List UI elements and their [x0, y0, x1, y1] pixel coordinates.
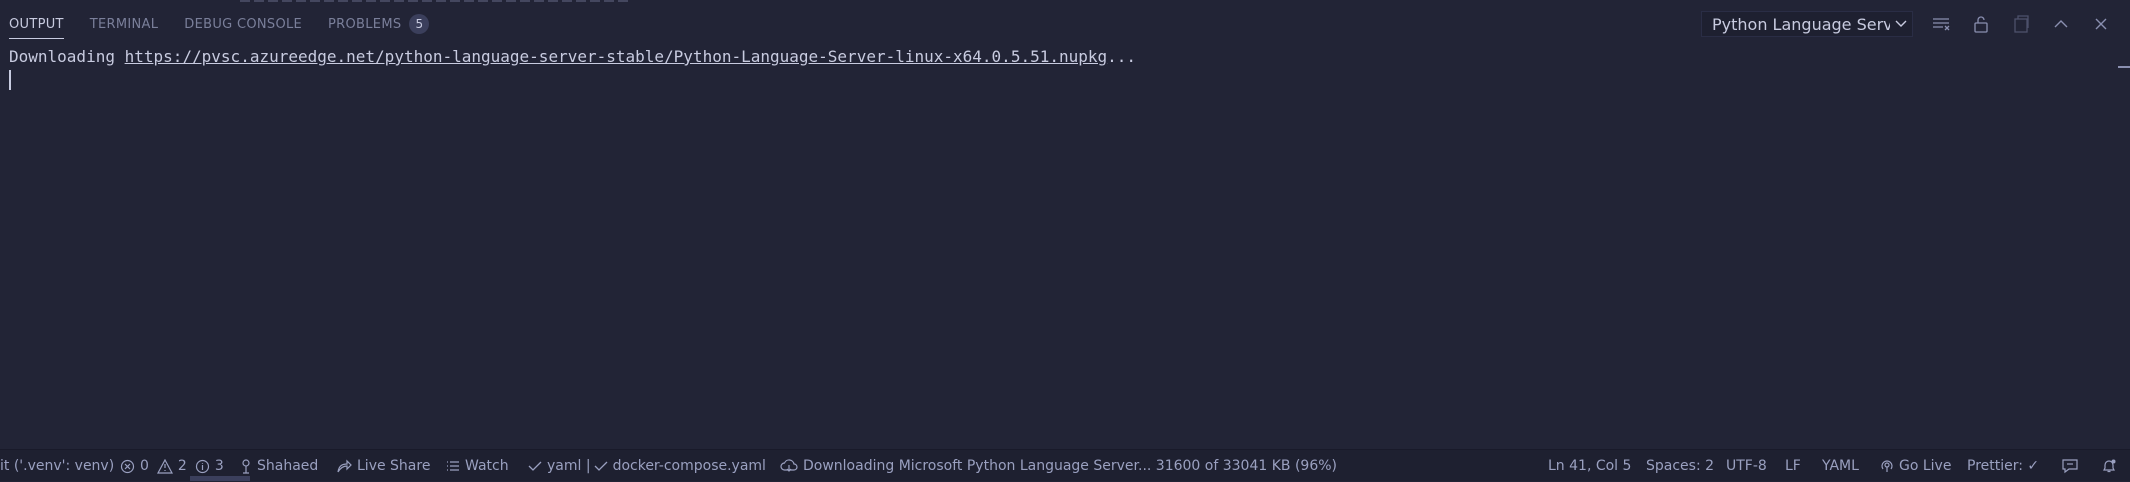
tab-problems-label: PROBLEMS [328, 16, 402, 32]
output-channel-select[interactable]: Python Language Serve [1701, 11, 1913, 37]
tab-output-label: OUTPUT [9, 16, 64, 32]
eol-label: LF [1785, 458, 1801, 474]
clear-output-icon[interactable] [1929, 12, 1953, 36]
broadcast-icon [1881, 460, 1893, 472]
output-channel-label: Python Language Serve [1712, 14, 1890, 34]
yaml-label: yaml | [547, 458, 591, 474]
go-live-button[interactable]: Go Live [1880, 450, 1951, 482]
cursor-position-label: Ln 41, Col 5 [1548, 458, 1632, 474]
output-cursor-line [9, 68, 2130, 90]
panel-tabs: OUTPUT TERMINAL DEBUG CONSOLE PROBLEMS 5 [9, 0, 455, 48]
lock-scroll-icon[interactable] [1969, 12, 1993, 36]
output-line-suffix: ... [1107, 47, 1137, 66]
account-name: Shahaed [257, 458, 319, 474]
warning-icon [156, 458, 173, 474]
tab-output[interactable]: OUTPUT [9, 0, 64, 48]
output-line-prefix: Downloading [9, 47, 125, 66]
python-interpreter[interactable]: it ('.venv': venv) [0, 450, 114, 482]
cursor-position[interactable]: Ln 41, Col 5 [1548, 450, 1631, 482]
close-panel-icon[interactable] [2089, 12, 2113, 36]
indentation-setting[interactable]: Spaces: 2 [1646, 450, 1714, 482]
problems-count-badge: 5 [409, 14, 430, 34]
notifications-button[interactable] [2101, 450, 2122, 482]
go-live-label: Go Live [1899, 458, 1952, 474]
check-icon [528, 461, 542, 471]
check-icon [594, 461, 608, 471]
output-download-link[interactable]: https://pvsc.azureedge.net/python-langua… [125, 47, 1108, 66]
chevron-down-icon [1890, 11, 1912, 37]
status-bar: it ('.venv': venv) 0 2 3 Shahaed Live Sh… [0, 449, 2130, 481]
scrollbar-marker[interactable] [2118, 66, 2130, 68]
info-count: 3 [214, 458, 224, 474]
maximize-panel-icon[interactable] [2049, 12, 2073, 36]
tab-debug-console[interactable]: DEBUG CONSOLE [184, 0, 302, 48]
tab-terminal-label: TERMINAL [89, 16, 159, 32]
info-icon [195, 459, 209, 473]
warning-count: 2 [177, 458, 187, 474]
error-icon [120, 459, 135, 473]
encoding-setting[interactable]: UTF-8 [1726, 450, 1767, 482]
list-icon [447, 461, 459, 471]
prettier-label: Prettier: ✓ [1967, 458, 2040, 474]
tab-problems[interactable]: PROBLEMS 5 [328, 0, 430, 48]
feedback-button[interactable] [2061, 450, 2084, 482]
live-share-label: Live Share [357, 458, 431, 474]
panel-actions [1929, 12, 2129, 36]
tab-terminal[interactable]: TERMINAL [90, 0, 159, 48]
status-bar-scroll-indicator [190, 476, 250, 481]
account-item[interactable]: Shahaed [240, 450, 318, 482]
panel-header: OUTPUT TERMINAL DEBUG CONSOLE PROBLEMS 5… [0, 0, 2130, 48]
indentation-label: Spaces: 2 [1646, 458, 1715, 474]
live-share-icon [337, 459, 352, 472]
yaml-schema-status[interactable]: yaml | docker-compose.yaml [528, 450, 766, 482]
language-label: YAML [1822, 458, 1859, 474]
eol-setting[interactable]: LF [1785, 450, 1801, 482]
language-mode[interactable]: YAML [1822, 450, 1859, 482]
feedback-icon [2062, 459, 2078, 474]
error-count: 0 [140, 458, 149, 474]
encoding-label: UTF-8 [1726, 458, 1767, 474]
python-interpreter-label: it ('.venv': venv) [0, 458, 115, 474]
open-log-icon[interactable] [2009, 12, 2033, 36]
tab-debug-console-label: DEBUG CONSOLE [184, 16, 303, 32]
download-progress-label: Downloading Microsoft Python Language Se… [803, 458, 1337, 474]
prettier-status[interactable]: Prettier: ✓ [1967, 450, 2039, 482]
person-icon [242, 458, 250, 474]
output-log[interactable]: Downloading https://pvsc.azureedge.net/p… [9, 46, 2130, 445]
output-line: Downloading https://pvsc.azureedge.net/p… [9, 46, 2130, 68]
cloud-download-icon [780, 459, 798, 472]
text-cursor [9, 69, 11, 90]
compose-file-label: docker-compose.yaml [612, 458, 766, 474]
watch-button[interactable]: Watch [446, 450, 509, 482]
bell-icon [2103, 459, 2116, 473]
live-share-button[interactable]: Live Share [336, 450, 430, 482]
watch-label: Watch [465, 458, 509, 474]
download-progress-status[interactable]: Downloading Microsoft Python Language Se… [780, 450, 1337, 482]
